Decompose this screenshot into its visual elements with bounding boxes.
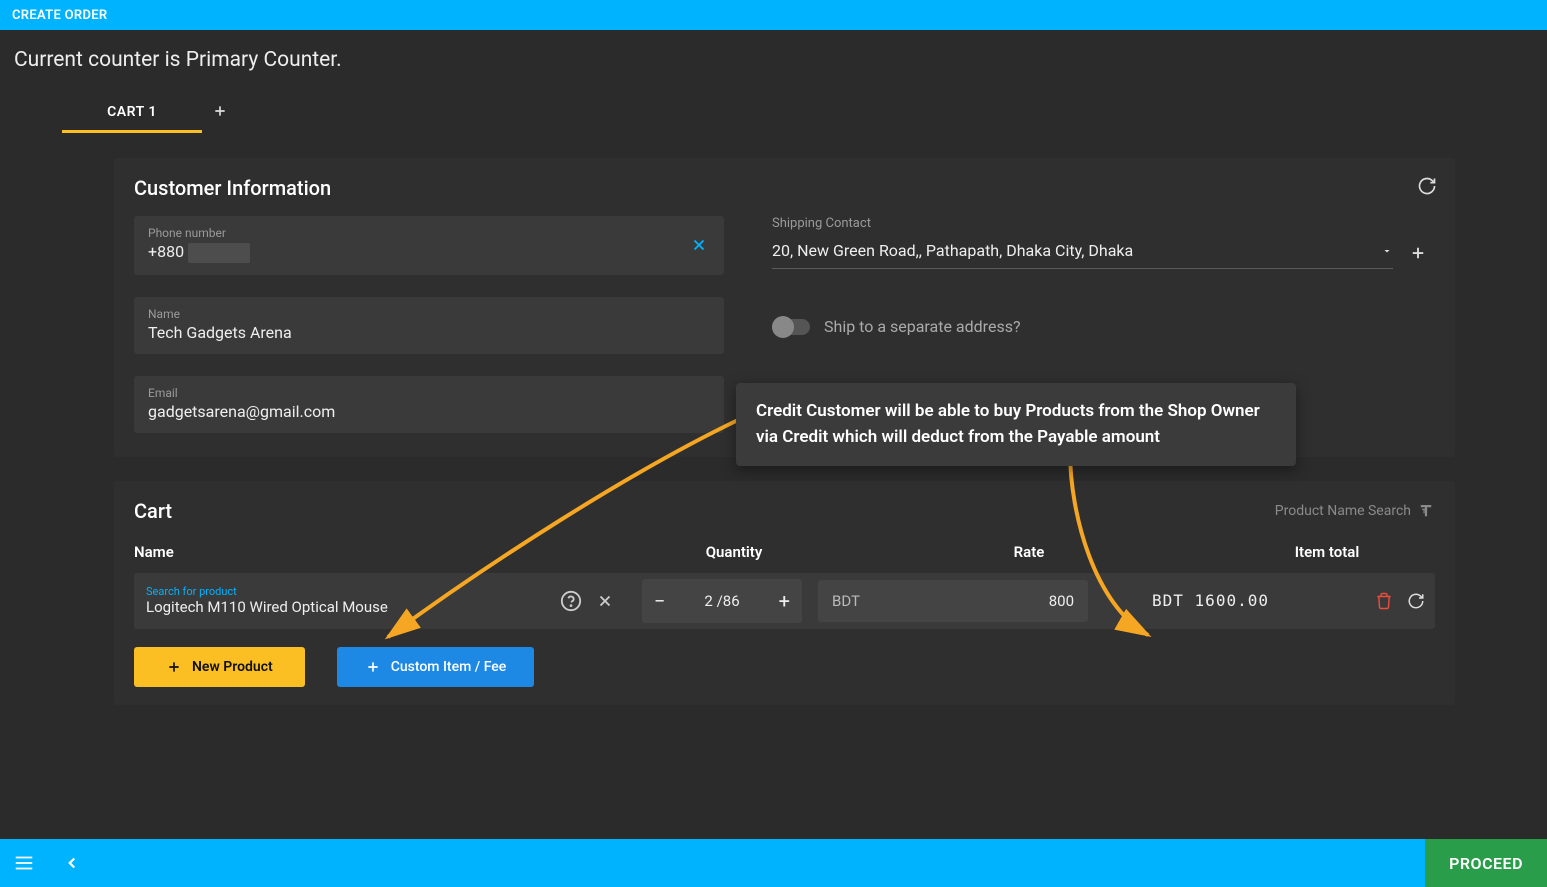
tab-cart-1[interactable]: CART 1 [62,96,202,133]
plus-icon [365,659,381,675]
custom-item-button[interactable]: Custom Item / Fee [337,647,535,687]
tabs: CART 1 [14,96,1533,134]
qty-display: 2 /86 [704,592,739,610]
shipping-select[interactable]: 20, New Green Road,, Pathapath, Dhaka Ci… [772,237,1393,269]
phone-value: +880 [148,242,710,263]
shipping-label: Shipping Contact [772,216,1435,231]
add-tab-button[interactable] [212,103,228,127]
cart-section-title: Cart [134,499,172,523]
col-name: Name [134,543,649,561]
cart-columns: Name Quantity Rate Item total [134,537,1435,573]
cart-panel: Cart Product Name Search Name Quantity R… [114,481,1455,705]
add-shipping-button[interactable] [1401,244,1435,262]
name-label: Name [148,307,710,321]
product-search-field[interactable]: Search for product Logitech M110 Wired O… [134,579,626,622]
chevron-left-icon [63,854,81,872]
email-value: gadgetsarena@gmail.com [148,402,710,421]
phone-label: Phone number [148,226,710,240]
page-title: CREATE ORDER [12,8,107,23]
top-bar: CREATE ORDER [0,0,1547,30]
quantity-stepper[interactable]: − 2 /86 + [642,579,802,623]
menu-button[interactable] [0,852,48,874]
close-icon [690,236,708,254]
rate-currency: BDT [832,592,860,610]
clear-phone-button[interactable] [690,236,708,254]
plus-icon [1409,244,1427,262]
ship-separate-toggle[interactable] [772,319,810,335]
col-rate: Rate [819,543,1159,561]
clear-product-button[interactable] [596,592,614,610]
chevron-down-icon [1381,245,1393,257]
plus-icon [166,659,182,675]
col-total: Item total [1159,543,1435,561]
rate-field[interactable]: BDT 800 [818,580,1088,622]
phone-field[interactable]: Phone number +880 [134,216,724,275]
cart-row: Search for product Logitech M110 Wired O… [134,573,1435,629]
qty-increase-button[interactable]: + [779,589,790,613]
text-format-icon [1417,502,1435,520]
search-product-label: Search for product [146,585,560,598]
delete-row-button[interactable] [1375,592,1393,610]
refresh-icon [1407,592,1425,610]
back-button[interactable] [48,854,96,872]
col-qty: Quantity [649,543,819,561]
plus-icon [212,103,228,119]
hamburger-icon [13,852,35,874]
item-total-value: BDT 1600.00 [1152,591,1269,610]
product-name: Logitech M110 Wired Optical Mouse [146,598,560,616]
product-search-mode[interactable]: Product Name Search [1275,502,1435,520]
close-icon [596,592,614,610]
name-value: Tech Gadgets Arena [148,323,710,342]
email-label: Email [148,386,710,400]
product-help-button[interactable] [560,590,582,612]
help-circle-icon [560,590,582,612]
new-product-button[interactable]: New Product [134,647,305,687]
trash-icon [1375,592,1393,610]
shipping-value: 20, New Green Road,, Pathapath, Dhaka Ci… [772,241,1133,260]
qty-decrease-button[interactable]: − [654,589,665,613]
refresh-icon [1417,176,1437,196]
bottom-bar: PROCEED [0,839,1547,887]
annotation-callout: Credit Customer will be able to buy Prod… [736,383,1296,466]
email-field[interactable]: Email gadgetsarena@gmail.com [134,376,724,433]
proceed-button[interactable]: PROCEED [1425,839,1547,887]
counter-message: Current counter is Primary Counter. [14,48,1533,72]
customer-section-title: Customer Information [134,176,1435,200]
name-field[interactable]: Name Tech Gadgets Arena [134,297,724,354]
refresh-row-button[interactable] [1407,592,1425,610]
ship-separate-label: Ship to a separate address? [824,317,1021,336]
rate-value: 800 [1049,592,1074,610]
refresh-customer-button[interactable] [1417,176,1437,196]
